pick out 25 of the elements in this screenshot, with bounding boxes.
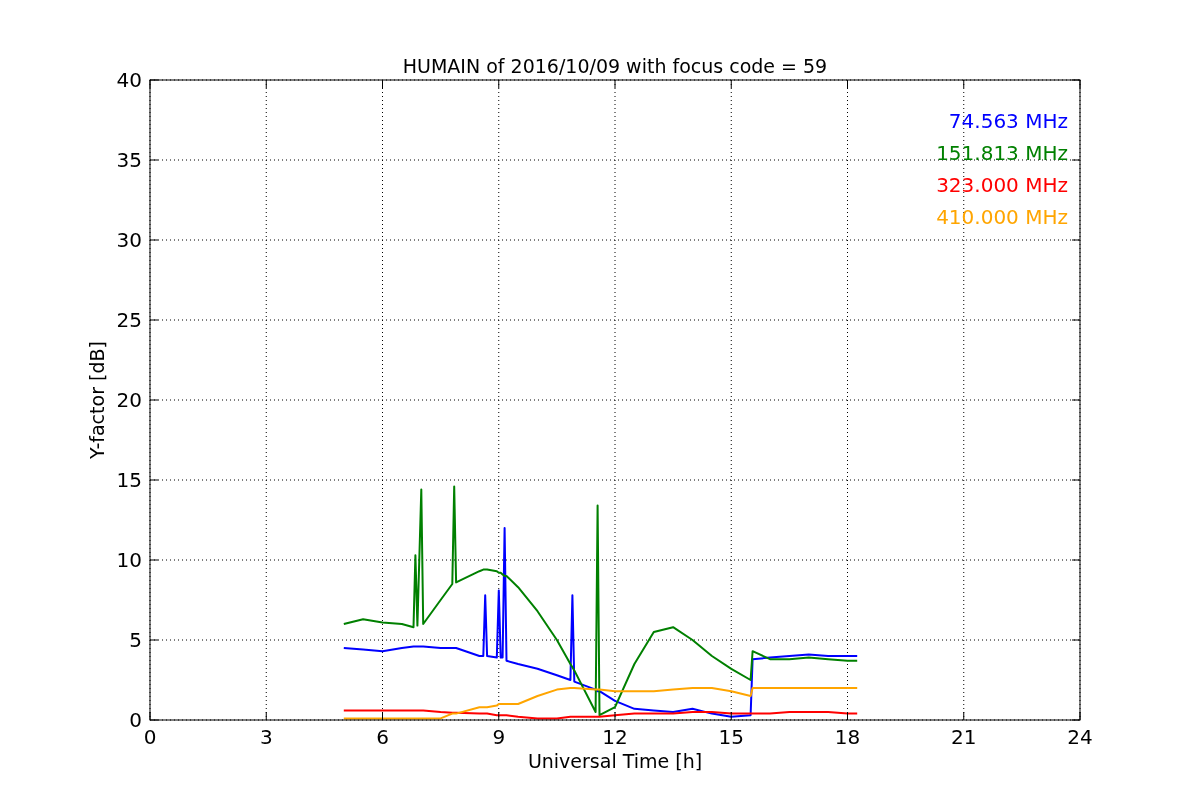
tick-label: 24 [1067,725,1093,749]
tick-label: 21 [951,725,977,749]
tick-label: 6 [376,725,389,749]
tick-label: 25 [116,308,142,332]
tick-label: 18 [834,725,861,749]
legend-label: 410.000 MHz [936,205,1068,229]
tick-label: 0 [129,708,142,732]
tick-label: 12 [602,725,628,749]
tick-label: 35 [116,148,142,172]
tick-label: 10 [116,548,142,572]
tick-label: 15 [718,725,744,749]
legend-label: 74.563 MHz [948,109,1068,133]
tick-label: 9 [492,725,506,749]
legend-label: 151.813 MHz [936,141,1068,165]
tick-label: 20 [116,388,142,412]
tick-label: 15 [116,468,142,492]
tick-label: 30 [116,228,142,252]
chart-title: HUMAIN of 2016/10/09 with focus code = 59 [402,55,828,77]
tick-label: 40 [116,68,142,92]
tick-label: 0 [143,725,157,749]
axis-label: Y-factor [dB] [86,341,108,459]
legend-label: 323.000 MHz [936,173,1068,197]
tick-label: 5 [129,628,142,652]
tick-label: 3 [259,725,273,749]
axis-label: Universal Time [h] [527,750,703,772]
